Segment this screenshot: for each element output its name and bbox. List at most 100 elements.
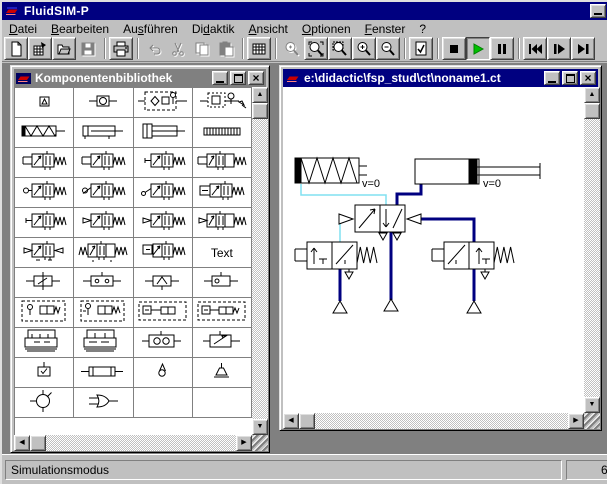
component-single-acting-cylinder[interactable] [15, 118, 75, 148]
component-preset-counter[interactable] [133, 328, 193, 358]
component-5-3-way-valve[interactable] [74, 238, 134, 268]
component-3-2-pilot-valve[interactable] [74, 208, 134, 238]
circuit-scroll-left-button[interactable]: ◀ [283, 413, 299, 429]
component-throttle-assembly-2[interactable] [74, 298, 134, 328]
component-3-2-pilot-valve-no[interactable] [133, 208, 193, 238]
component-filter-regulator[interactable] [192, 88, 252, 118]
open-button[interactable] [52, 37, 76, 60]
zoom-fit-button[interactable] [304, 37, 328, 60]
circuit-canvas[interactable]: v=0 v=0 [283, 87, 584, 413]
component-4-2-way-valve[interactable] [192, 178, 252, 208]
circuit-maximize-button[interactable] [562, 71, 578, 85]
component-distance-rule[interactable] [192, 118, 252, 148]
component-5-2-pilot-valve[interactable] [192, 208, 252, 238]
component-air-reservoir[interactable] [74, 358, 134, 388]
component-3-2-roller-valve[interactable] [15, 178, 75, 208]
menu-hilfe[interactable]: ? [412, 21, 433, 37]
zoom-in-button[interactable] [352, 37, 376, 60]
library-scroll-up-button[interactable]: ▲ [252, 87, 268, 103]
component-nozzle[interactable] [133, 358, 193, 388]
play-button[interactable] [466, 37, 490, 60]
component-double-acting-cylinder[interactable] [74, 118, 134, 148]
component-two-pressure-valve[interactable] [74, 268, 134, 298]
single-step-button[interactable] [547, 37, 571, 60]
component-3-2-roller-valve-no[interactable] [74, 178, 134, 208]
component-air-service-unit[interactable] [74, 88, 134, 118]
component-compressed-air-supply[interactable] [15, 88, 75, 118]
left-3-2-valve[interactable] [294, 241, 378, 281]
menu-ausfuehren[interactable]: Ausführen [116, 21, 185, 37]
pause-button[interactable] [490, 37, 514, 60]
circuit-scroll-down-button[interactable]: ▼ [584, 397, 600, 413]
library-vscrollbar-thumb[interactable] [252, 103, 268, 119]
library-titlebar[interactable]: Komponentenbibliothek × [14, 69, 266, 87]
impulse-valve-5-2[interactable] [338, 204, 422, 242]
component-shuttle-valve[interactable] [192, 268, 252, 298]
single-acting-cylinder[interactable] [294, 156, 367, 185]
circuit-scroll-up-button[interactable]: ▲ [584, 87, 600, 103]
circuit-resize-grip[interactable] [584, 413, 600, 429]
component-text-label[interactable]: Text [192, 238, 252, 268]
component-3-2-pneumatic-valve[interactable] [15, 208, 75, 238]
valve-assembly-icon [135, 298, 191, 327]
component-3-2-way-valve-spring[interactable] [15, 148, 75, 178]
component-function-element[interactable] [74, 388, 134, 418]
component-5-2-way-valve-spring[interactable] [192, 148, 252, 178]
menu-fenster[interactable]: Fenster [358, 21, 413, 37]
library-hscrollbar-thumb[interactable] [30, 435, 46, 451]
reset-button[interactable] [523, 37, 547, 60]
zoom-rect-button[interactable] [328, 37, 352, 60]
circuit-minimize-button[interactable] [544, 71, 560, 85]
menu-ansicht[interactable]: Ansicht [242, 21, 295, 37]
library-minimize-button[interactable] [212, 71, 228, 85]
library-resize-grip[interactable] [252, 435, 268, 451]
circuit-close-button[interactable]: × [580, 71, 596, 85]
component-3-2-way-valve-spring-no[interactable] [133, 148, 193, 178]
circuit-vscrollbar-thumb[interactable] [584, 103, 600, 119]
library-scroll-right-button[interactable]: ▶ [236, 435, 252, 451]
air-supply-symbols[interactable] [332, 298, 482, 314]
component-suction-cup[interactable] [192, 358, 252, 388]
component-3-2-valve-with-pilot-box[interactable] [133, 238, 193, 268]
zoom-out-button[interactable] [376, 37, 400, 60]
stop-button[interactable] [442, 37, 466, 60]
circuit-vscrollbar-track[interactable] [584, 87, 600, 413]
new-button[interactable] [4, 37, 28, 60]
component-one-way-flow-control[interactable] [15, 268, 75, 298]
menu-didaktik[interactable]: Didaktik [185, 21, 242, 37]
component-sequencer-module[interactable] [15, 328, 75, 358]
component-quick-exhaust-valve[interactable] [133, 268, 193, 298]
component-throttle-assembly[interactable] [15, 298, 75, 328]
grid-button[interactable] [247, 37, 271, 60]
circuit-scroll-right-button[interactable]: ▶ [568, 413, 584, 429]
library-close-button[interactable]: × [248, 71, 264, 85]
minimize-button[interactable] [590, 4, 606, 18]
library-scroll-left-button[interactable]: ◀ [14, 435, 30, 451]
menu-bearbeiten[interactable]: Bearbeiten [44, 21, 116, 37]
print-button[interactable] [109, 37, 133, 60]
circuit-hscrollbar-track[interactable] [283, 413, 584, 429]
component-vacuum-generator[interactable] [15, 388, 75, 418]
component-3-2-way-valve-spring-nc[interactable] [74, 148, 134, 178]
menu-optionen[interactable]: Optionen [295, 21, 358, 37]
circuit-titlebar[interactable]: e:\didactic\fsp_stud\ct\noname1.ct × [283, 69, 598, 87]
component-air-service-unit-detailed[interactable] [133, 88, 193, 118]
circuit-hscrollbar-thumb[interactable] [299, 413, 315, 429]
component-3-2-roller-lever-valve[interactable] [133, 178, 193, 208]
new-circuit-button[interactable] [28, 37, 52, 60]
library-maximize-button[interactable] [230, 71, 246, 85]
component-sequencer-module-2[interactable] [74, 328, 134, 358]
component-valve-assembly-spring[interactable] [192, 298, 252, 328]
circuit-check-button[interactable] [409, 37, 433, 60]
component-valve-assembly[interactable] [133, 298, 193, 328]
component-timer[interactable] [15, 358, 75, 388]
component-pressure-sequence-valve[interactable] [192, 328, 252, 358]
double-acting-cylinder[interactable] [414, 158, 541, 185]
library-scroll-down-button[interactable]: ▼ [252, 419, 268, 435]
sim-to-change-button[interactable] [571, 37, 595, 60]
library-hscrollbar-track[interactable] [14, 435, 252, 451]
library-vscrollbar-track[interactable] [252, 87, 268, 435]
component-5-2-double-pilot-valve[interactable] [15, 238, 75, 268]
component-cylinder-with-cushioning[interactable] [133, 118, 193, 148]
menu-datei[interactable]: Datei [2, 21, 44, 37]
